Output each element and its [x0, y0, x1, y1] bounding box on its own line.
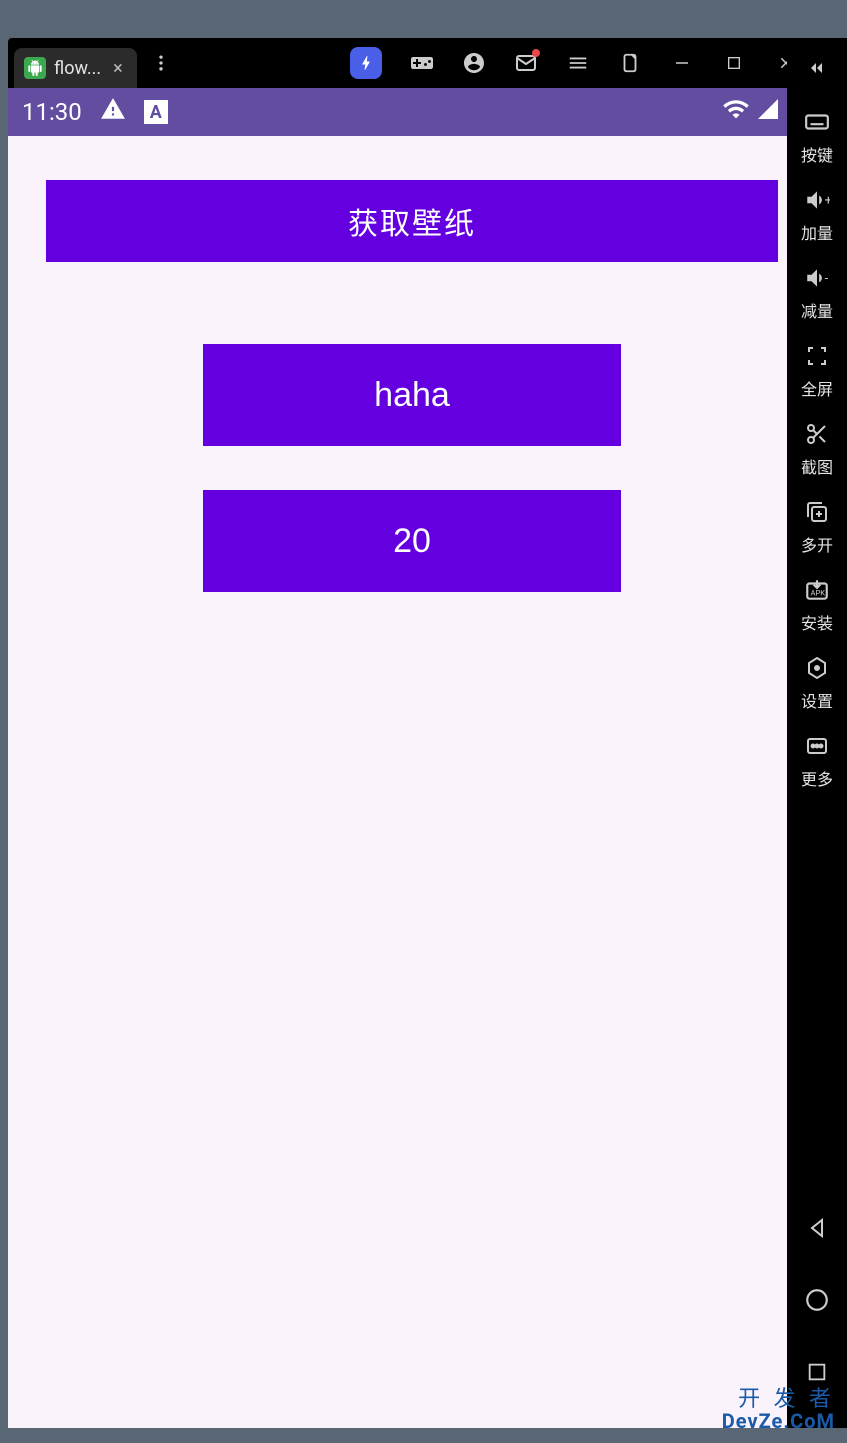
sidebar-item-fullscreen[interactable]: 全屏 — [801, 342, 833, 400]
sidebar-label: 加量 — [801, 220, 833, 244]
rotate-icon[interactable] — [618, 51, 642, 75]
sidebar-label: 减量 — [801, 298, 833, 322]
sidebar-label: 截图 — [801, 454, 833, 478]
get-wallpaper-button[interactable]: 获取壁纸 — [46, 180, 778, 262]
sidebar-item-screenshot[interactable]: 截图 — [801, 420, 833, 478]
keyboard-icon — [803, 108, 831, 136]
svg-text:-: - — [825, 271, 829, 286]
emulator-titlebar: flow... × — [8, 38, 816, 88]
tab-title: flow... — [54, 58, 101, 79]
volume-down-icon: - — [803, 264, 831, 292]
status-time: 11:30 — [22, 98, 82, 126]
mail-icon[interactable] — [514, 51, 538, 75]
sidebar-item-volume-up[interactable]: + 加量 — [801, 186, 833, 244]
tab-close-button[interactable]: × — [109, 58, 127, 79]
sidebar-label: 多开 — [801, 532, 833, 556]
nav-back-button[interactable] — [801, 1212, 833, 1244]
tab-menu-button[interactable] — [149, 51, 173, 75]
android-status-bar: 11:30 A — [8, 88, 816, 136]
account-icon[interactable] — [462, 51, 486, 75]
volume-up-icon: + — [803, 186, 831, 214]
multi-instance-icon — [803, 498, 831, 526]
nav-home-button[interactable] — [801, 1284, 833, 1316]
sidebar-item-keys[interactable]: 按键 — [801, 108, 833, 166]
watermark-line2: DevZe.CoM — [722, 1411, 835, 1431]
gamepad-icon[interactable] — [410, 51, 434, 75]
sidebar-item-settings[interactable]: 设置 — [801, 654, 833, 712]
apk-install-icon: APK — [803, 576, 831, 604]
watermark: 开 发 者 DevZe.CoM — [722, 1389, 835, 1431]
watermark-line1: 开 发 者 — [722, 1389, 835, 1411]
twenty-button[interactable]: 20 — [203, 490, 621, 592]
android-icon — [24, 57, 46, 79]
svg-text:+: + — [825, 193, 830, 208]
wifi-icon — [722, 95, 750, 129]
device-tab[interactable]: flow... × — [14, 48, 137, 88]
fullscreen-icon — [803, 342, 831, 370]
sidebar-item-more[interactable]: 更多 — [801, 732, 833, 790]
more-icon — [803, 732, 831, 760]
minimize-button[interactable] — [670, 51, 694, 75]
menu-icon[interactable] — [566, 51, 590, 75]
sidebar-item-install[interactable]: APK 安装 — [801, 576, 833, 634]
settings-hex-icon — [803, 654, 831, 682]
phone-screen: 11:30 A 获取壁纸 haha 20 — [8, 88, 816, 1428]
sidebar-item-multi[interactable]: 多开 — [801, 498, 833, 556]
scissors-icon — [803, 420, 831, 448]
signal-icon — [756, 97, 780, 127]
lightning-icon[interactable] — [350, 47, 382, 79]
sidebar-label: 设置 — [801, 688, 833, 712]
a-badge-icon: A — [144, 100, 168, 124]
haha-button[interactable]: haha — [203, 344, 621, 446]
sidebar-label: 按键 — [801, 142, 833, 166]
sidebar-item-volume-down[interactable]: - 减量 — [801, 264, 833, 322]
maximize-button[interactable] — [722, 51, 746, 75]
sidebar-label: 全屏 — [801, 376, 833, 400]
emulator-sidebar: 按键 + 加量 - 减量 全屏 截图 多开 APK 安装 — [787, 38, 847, 1428]
nav-recent-button[interactable] — [801, 1356, 833, 1388]
titlebar-actions — [350, 47, 810, 79]
emulator-window: flow... × — [8, 38, 816, 1428]
collapse-sidebar-button[interactable] — [797, 48, 837, 88]
svg-text:APK: APK — [810, 588, 825, 597]
warning-icon — [100, 96, 126, 128]
sidebar-label: 安装 — [801, 610, 833, 634]
sidebar-label: 更多 — [801, 766, 833, 790]
app-content: 获取壁纸 haha 20 — [8, 136, 816, 1428]
